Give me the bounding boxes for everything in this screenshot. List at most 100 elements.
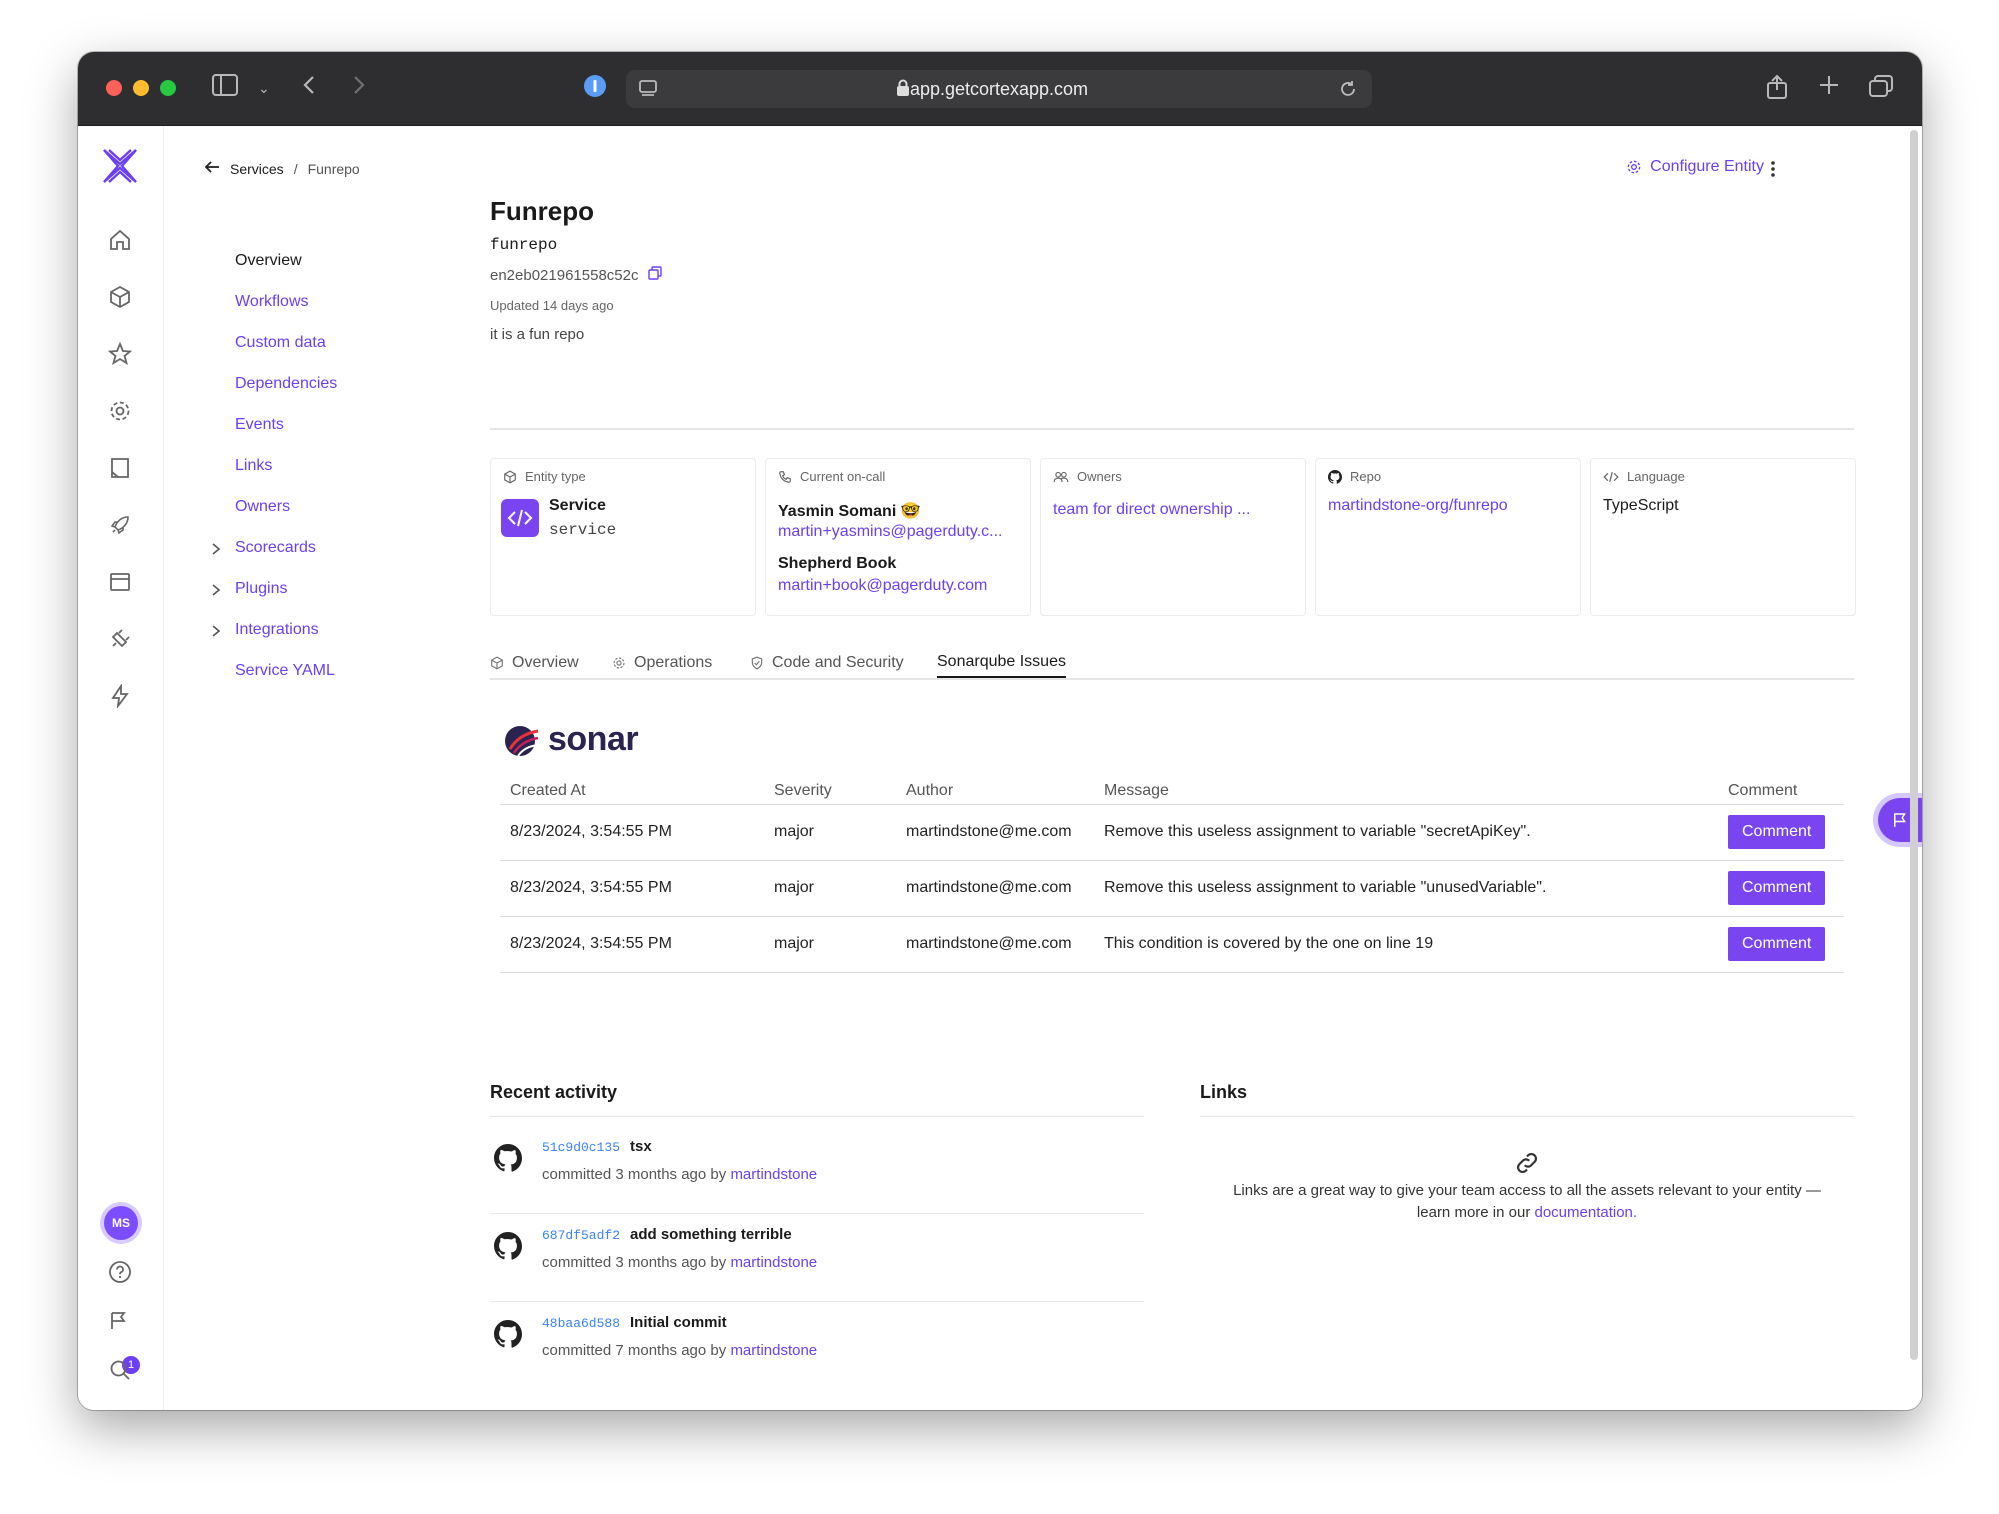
password-manager-icon[interactable]	[583, 74, 607, 105]
share-icon[interactable]	[1766, 74, 1788, 107]
tab-overview-icon[interactable]	[1868, 74, 1894, 105]
entity-type-name: Service	[549, 497, 606, 514]
reload-icon[interactable]	[1338, 79, 1358, 104]
github-icon	[494, 1144, 523, 1177]
cell-severity: major	[764, 860, 896, 917]
browser-window: ⌄ app.getcortexapp.com MS 1 Services / F…	[78, 52, 1922, 1410]
new-tab-icon[interactable]	[1818, 74, 1840, 103]
maximize-window-button[interactable]	[160, 80, 176, 96]
commit-author-link[interactable]: martindstone	[730, 1254, 817, 1271]
sidebar-toggle-icon[interactable]	[212, 74, 238, 103]
divider	[490, 1116, 1144, 1117]
subnav-owners[interactable]: Owners	[235, 498, 290, 516]
commit-meta: committed 3 months ago by martindstone	[542, 1166, 818, 1183]
cell-author: martindstone@me.com	[896, 860, 1094, 917]
breadcrumb-services[interactable]: Services	[230, 161, 284, 177]
subnav-custom-data[interactable]: Custom data	[235, 334, 326, 352]
back-arrow-icon[interactable]	[302, 74, 316, 103]
browser-titlebar: ⌄ app.getcortexapp.com	[78, 52, 1922, 126]
cell-message: This condition is covered by the one on …	[1094, 916, 1718, 973]
tab-code-and-security[interactable]: Code and Security	[750, 648, 904, 678]
configure-entity-label: Configure Entity	[1650, 158, 1764, 175]
chevron-right-icon[interactable]	[211, 583, 221, 600]
home-icon[interactable]	[104, 224, 136, 256]
help-icon[interactable]	[104, 1256, 136, 1288]
chevron-right-icon[interactable]	[211, 542, 221, 559]
entity-description: it is a fun repo	[490, 326, 585, 343]
scorecard-icon[interactable]	[104, 452, 136, 484]
links-empty-state: Links are a great way to give your team …	[1200, 1146, 1854, 1224]
forward-arrow-icon[interactable]	[352, 74, 366, 103]
tab-sonarqube-issues[interactable]: Sonarqube Issues	[937, 648, 1066, 678]
column-header: Message	[1094, 778, 1718, 805]
entity-type-card: Entity type Service service	[490, 458, 756, 616]
commit-author-link[interactable]: martindstone	[730, 1166, 817, 1183]
oncall-person-email[interactable]: martin+book@pagerduty.com	[778, 577, 987, 595]
commit-sha-link[interactable]: 687df5adf2	[542, 1228, 620, 1243]
documentation-link[interactable]: documentation.	[1534, 1204, 1637, 1221]
github-icon	[494, 1320, 523, 1353]
more-options-icon[interactable]	[1770, 160, 1776, 183]
scrollbar[interactable]	[1910, 130, 1918, 1360]
rocket-icon[interactable]	[104, 509, 136, 541]
commit-sha-link[interactable]: 51c9d0c135	[542, 1140, 620, 1155]
column-header: Comment	[1718, 778, 1844, 805]
subnav-links[interactable]: Links	[235, 457, 272, 475]
address-bar[interactable]: app.getcortexapp.com	[626, 70, 1372, 108]
star-icon[interactable]	[104, 338, 136, 370]
commit-sha-link[interactable]: 48baa6d588	[542, 1316, 620, 1331]
user-avatar[interactable]: MS	[104, 1206, 138, 1240]
users-icon	[1053, 471, 1069, 482]
recent-activity-title: Recent activity	[490, 1082, 618, 1102]
chevron-right-icon[interactable]	[211, 624, 221, 641]
cortex-logo-icon[interactable]	[100, 146, 140, 186]
entity-tabs: Overview Operations Code and Security So…	[490, 646, 1854, 680]
subnav-overview[interactable]: Overview	[235, 252, 302, 270]
repo-link[interactable]: martindstone-org/funrepo	[1328, 497, 1508, 515]
search-icon[interactable]	[104, 1354, 136, 1386]
announcements-icon[interactable]	[104, 1304, 136, 1336]
configure-entity-button[interactable]: Configure Entity	[1626, 158, 1764, 176]
page-title: Funrepo	[490, 196, 594, 226]
subnav-integrations[interactable]: Integrations	[235, 621, 319, 639]
comment-button[interactable]: Comment	[1728, 815, 1826, 849]
gear-icon[interactable]	[104, 395, 136, 427]
close-window-button[interactable]	[106, 80, 122, 96]
back-arrow-icon[interactable]	[204, 160, 220, 177]
commit-message: Initial commit	[630, 1314, 727, 1331]
oncall-person-email[interactable]: martin+yasmins@pagerduty.c...	[778, 523, 1002, 541]
commit-author-link[interactable]: martindstone	[730, 1342, 817, 1359]
catalog-cube-icon[interactable]	[104, 281, 136, 313]
owners-link[interactable]: team for direct ownership ...	[1053, 501, 1250, 519]
subnav-service-yaml[interactable]: Service YAML	[235, 662, 335, 680]
links-title: Links	[1200, 1082, 1248, 1102]
repo-card: Repo martindstone-org/funrepo	[1315, 458, 1581, 616]
commit-message: tsx	[630, 1138, 652, 1155]
chevron-down-icon[interactable]: ⌄	[258, 74, 270, 102]
comment-button[interactable]: Comment	[1728, 871, 1826, 905]
comment-button[interactable]: Comment	[1728, 927, 1826, 961]
url-text[interactable]: app.getcortexapp.com	[626, 70, 1372, 108]
subnav-plugins[interactable]: Plugins	[235, 580, 287, 598]
tab-overview[interactable]: Overview	[490, 648, 579, 678]
app-content: MS 1 Services / Funrepo Overview Workflo	[78, 126, 1922, 1410]
flag-icon	[1894, 813, 1906, 827]
lock-icon	[896, 79, 910, 102]
divider	[490, 428, 1854, 430]
list-item: 51c9d0c135 tsx committed 3 months ago by…	[490, 1126, 1144, 1214]
subnav-events[interactable]: Events	[235, 416, 284, 434]
subnav-scorecards[interactable]: Scorecards	[235, 539, 316, 557]
list-item: 48baa6d588 Initial commit committed 7 mo…	[490, 1302, 1144, 1390]
dashboard-icon[interactable]	[104, 566, 136, 598]
minimize-window-button[interactable]	[133, 80, 149, 96]
copy-icon[interactable]	[648, 266, 663, 284]
subnav-workflows[interactable]: Workflows	[235, 293, 309, 311]
plugin-icon[interactable]	[104, 623, 136, 655]
updated-timestamp: Updated 14 days ago	[490, 298, 614, 313]
card-label: Repo	[1328, 469, 1568, 484]
tab-operations[interactable]: Operations	[612, 648, 712, 678]
cell-message: Remove this useless assignment to variab…	[1094, 860, 1718, 917]
lightning-icon[interactable]	[104, 680, 136, 712]
subnav-dependencies[interactable]: Dependencies	[235, 375, 337, 393]
phone-icon	[779, 470, 791, 483]
